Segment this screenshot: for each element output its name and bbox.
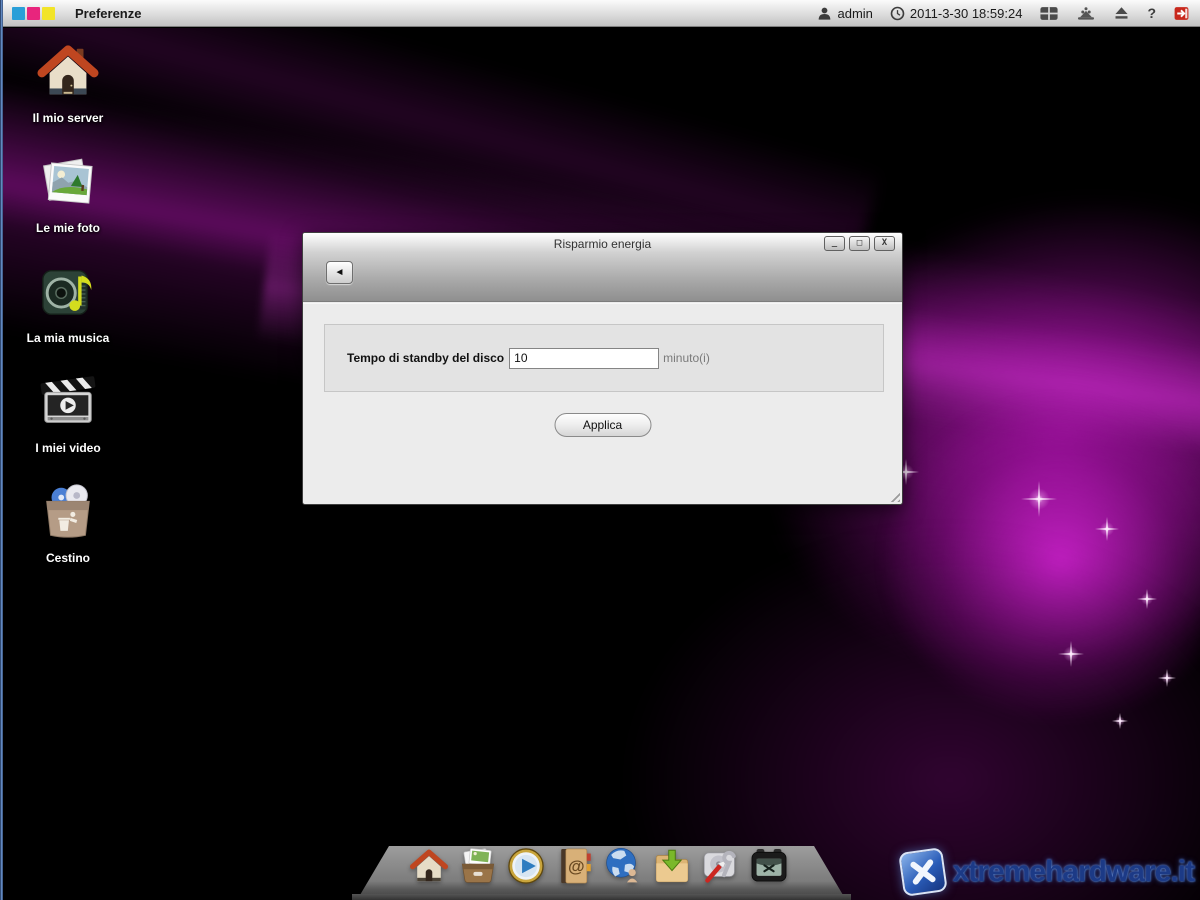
- trash-icon: [37, 481, 99, 543]
- svg-text:@: @: [568, 857, 585, 876]
- watermark-text: xtremehardware.it: [953, 855, 1194, 889]
- window-body: Tempo di standby del disco minuto(i) App…: [303, 303, 902, 504]
- dock-contacts[interactable]: @: [554, 845, 596, 889]
- contacts-icon: @: [554, 845, 596, 887]
- help-icon[interactable]: ?: [1147, 5, 1156, 21]
- standby-time-label: Tempo di standby del disco: [347, 351, 504, 365]
- top-menu-bar: Preferenze admin 2011-3-30 18:59:24 ?: [0, 0, 1200, 27]
- user-menu[interactable]: admin: [817, 6, 872, 21]
- logo-square-blue: [12, 7, 25, 20]
- dock-home[interactable]: [408, 845, 450, 889]
- media-player-icon: [505, 845, 547, 887]
- back-arrow-icon: ◄: [335, 267, 345, 278]
- logo-square-yellow: [42, 7, 55, 20]
- desktop-item-my-music[interactable]: La mia musica: [10, 258, 126, 368]
- apply-button[interactable]: Applica: [554, 413, 651, 437]
- desktop-item-my-videos[interactable]: I miei video: [10, 368, 126, 478]
- desktop-item-label: Il mio server: [33, 111, 104, 125]
- music-icon: [37, 261, 99, 323]
- toolbox-icon: [748, 845, 790, 887]
- close-button[interactable]: X: [874, 236, 895, 251]
- xtremehardware-watermark: xtremehardware.it: [901, 850, 1194, 894]
- logo-square-magenta: [27, 7, 40, 20]
- photos-icon: [37, 151, 99, 213]
- xtremehardware-logo-icon: [898, 847, 948, 897]
- disk-utility-icon: [699, 845, 741, 887]
- logout-icon[interactable]: [1173, 5, 1190, 22]
- resize-grip[interactable]: [887, 489, 900, 502]
- dock-photos[interactable]: [457, 845, 499, 889]
- video-icon: [37, 371, 99, 433]
- background-glow: [540, 460, 1200, 900]
- web-icon: [602, 845, 644, 887]
- user-icon: [817, 6, 832, 21]
- screen-edge-line: [0, 0, 3, 900]
- desktop-icons: Il mio server Le mie foto: [10, 38, 126, 588]
- dock: @: [408, 843, 790, 889]
- home-icon: [408, 845, 450, 887]
- desktop-item-label: I miei video: [35, 441, 100, 455]
- standby-unit-label: minuto(i): [663, 351, 710, 365]
- dock-web[interactable]: [602, 845, 644, 889]
- standby-settings-panel: Tempo di standby del disco minuto(i): [324, 324, 884, 392]
- system-logo: [12, 7, 55, 20]
- desktop-item-trash[interactable]: Cestino: [10, 478, 126, 588]
- windows-icon[interactable]: [1039, 6, 1059, 21]
- username-label: admin: [837, 6, 872, 21]
- desktop-item-label: Cestino: [46, 551, 90, 565]
- window-controls: _ □ X: [824, 236, 895, 251]
- tasks-icon[interactable]: [1076, 6, 1096, 21]
- desktop-item-my-photos[interactable]: Le mie foto: [10, 148, 126, 258]
- clock-icon: [890, 6, 905, 21]
- risparmio-energia-window: Risparmio energia _ □ X ◄ Tempo di stand…: [302, 232, 903, 505]
- back-button[interactable]: ◄: [326, 261, 353, 284]
- dock-media-player[interactable]: [505, 845, 547, 889]
- minimize-button[interactable]: _: [824, 236, 845, 251]
- dock-download[interactable]: [651, 845, 693, 889]
- window-titlebar[interactable]: Risparmio energia _ □ X ◄: [303, 233, 902, 302]
- standby-time-input[interactable]: [509, 348, 659, 369]
- photos-icon: [457, 845, 499, 887]
- eject-icon[interactable]: [1113, 6, 1130, 20]
- desktop-item-label: La mia musica: [27, 331, 110, 345]
- menu-preferenze[interactable]: Preferenze: [71, 6, 145, 21]
- clock-display: 2011-3-30 18:59:24: [890, 6, 1023, 21]
- home-icon: [37, 41, 99, 103]
- datetime-label: 2011-3-30 18:59:24: [910, 6, 1023, 21]
- window-title: Risparmio energia: [303, 237, 902, 251]
- dock-toolbox[interactable]: [748, 845, 790, 889]
- download-icon: [651, 845, 693, 887]
- dock-platform-front: [352, 894, 851, 900]
- desktop-item-my-server[interactable]: Il mio server: [10, 38, 126, 148]
- maximize-button[interactable]: □: [849, 236, 870, 251]
- desktop-item-label: Le mie foto: [36, 221, 100, 235]
- dock-disk-utility[interactable]: [699, 845, 741, 889]
